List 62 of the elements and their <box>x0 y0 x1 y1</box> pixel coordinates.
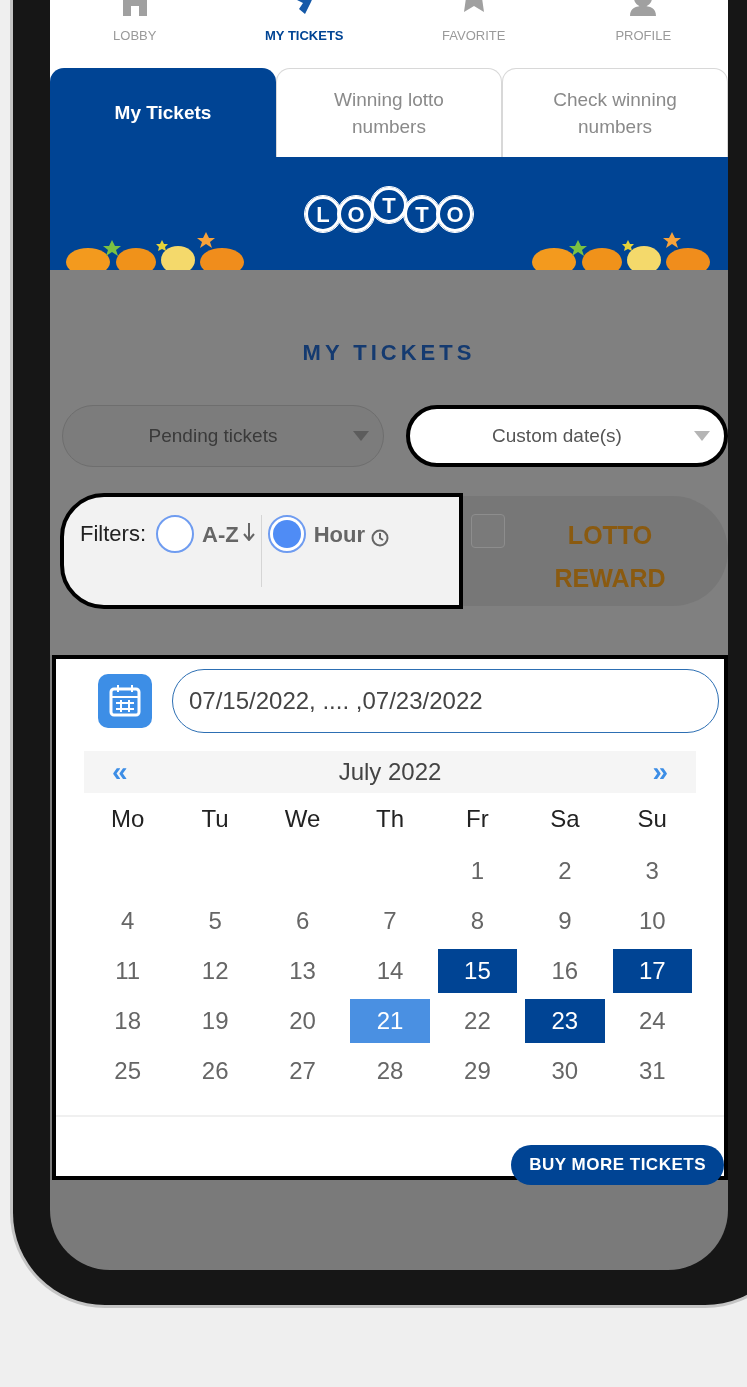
buy-more-tickets-button[interactable]: BUY MORE TICKETS <box>511 1145 724 1185</box>
calendar-day[interactable]: 8 <box>437 899 518 943</box>
weekday-label: Tu <box>200 804 230 834</box>
calendar-day[interactable]: 27 <box>262 1049 343 1093</box>
calendar-day[interactable]: 5 <box>175 899 255 943</box>
radio-button[interactable] <box>156 515 194 553</box>
calendar-day[interactable]: 26 <box>175 1049 255 1093</box>
calendar-day[interactable]: 23 <box>525 999 605 1043</box>
calendar-day[interactable]: 25 <box>88 1049 168 1093</box>
calendar-day[interactable]: 24 <box>612 999 692 1043</box>
tab[interactable]: Check winning numbers <box>502 68 728 157</box>
weekday-label: Su <box>636 804 668 834</box>
calendar-day[interactable]: 28 <box>350 1049 430 1093</box>
date-range-field[interactable]: 07/15/2022, .... ,07/23/2022 <box>172 669 719 733</box>
weekday-label: Sa <box>549 804 581 834</box>
weekday-label: Th <box>375 804 405 834</box>
calendar-day[interactable]: 4 <box>88 899 168 943</box>
weekday-label: Fr <box>465 804 490 834</box>
lotto-reward-label: LOTTO REWARD <box>553 520 667 594</box>
nav-item[interactable]: LOBBY <box>50 0 220 68</box>
calendar-day[interactable]: 22 <box>437 999 518 1043</box>
calendar-day[interactable]: 30 <box>525 1049 605 1093</box>
previous-month-button[interactable]: « <box>112 751 128 793</box>
dropdown[interactable]: Custom date(s) <box>406 405 728 467</box>
nav-item[interactable]: MY TICKETS <box>219 0 389 68</box>
filters-label: Filters: <box>80 520 146 548</box>
calendar-day[interactable]: 11 <box>88 949 168 993</box>
lotto-logo: L O T T O <box>305 187 473 232</box>
calendar-day[interactable]: 3 <box>612 849 692 893</box>
tab[interactable]: Winning lotto numbers <box>275 68 502 157</box>
calendar-day[interactable]: 16 <box>525 949 605 993</box>
calendar-day[interactable]: 18 <box>88 999 168 1043</box>
calendar-day[interactable]: 9 <box>525 899 605 943</box>
caret-icon <box>694 431 710 441</box>
calendar-day[interactable]: 7 <box>350 899 430 943</box>
filter-option-label[interactable]: Hour <box>313 518 365 551</box>
calendar-day[interactable]: 19 <box>175 999 255 1043</box>
calendar-day[interactable]: 20 <box>262 999 343 1043</box>
tab[interactable]: My Tickets <box>50 68 276 157</box>
month-title: July 2022 <box>338 757 442 787</box>
filter-option-label[interactable]: A-Z <box>202 518 239 551</box>
calendar-day[interactable]: 17 <box>612 949 692 993</box>
weekday-label: We <box>283 804 322 834</box>
calendar-day[interactable]: 12 <box>175 949 255 993</box>
calendar-day[interactable]: 21 <box>350 999 430 1043</box>
weekday-label: Mo <box>110 804 146 834</box>
next-month-button[interactable]: » <box>652 751 668 793</box>
calendar-day[interactable]: 6 <box>262 899 343 943</box>
calendar-day[interactable]: 13 <box>262 949 343 993</box>
page-title: MY TICKETS <box>302 339 476 367</box>
caret-icon <box>353 431 369 441</box>
calendar-day[interactable]: 29 <box>437 1049 518 1093</box>
clock-icon <box>371 529 389 547</box>
calendar-day[interactable]: 31 <box>612 1049 692 1093</box>
calendar-day[interactable]: 14 <box>350 949 430 993</box>
calendar-icon[interactable] <box>98 674 152 728</box>
calendar-day[interactable]: 10 <box>612 899 692 943</box>
calendar-day[interactable]: 2 <box>525 849 605 893</box>
radio-button[interactable] <box>267 515 306 553</box>
calendar-day[interactable]: 15 <box>437 949 518 993</box>
calendar-day[interactable]: 1 <box>437 849 518 893</box>
arrow-down-icon <box>242 523 255 541</box>
